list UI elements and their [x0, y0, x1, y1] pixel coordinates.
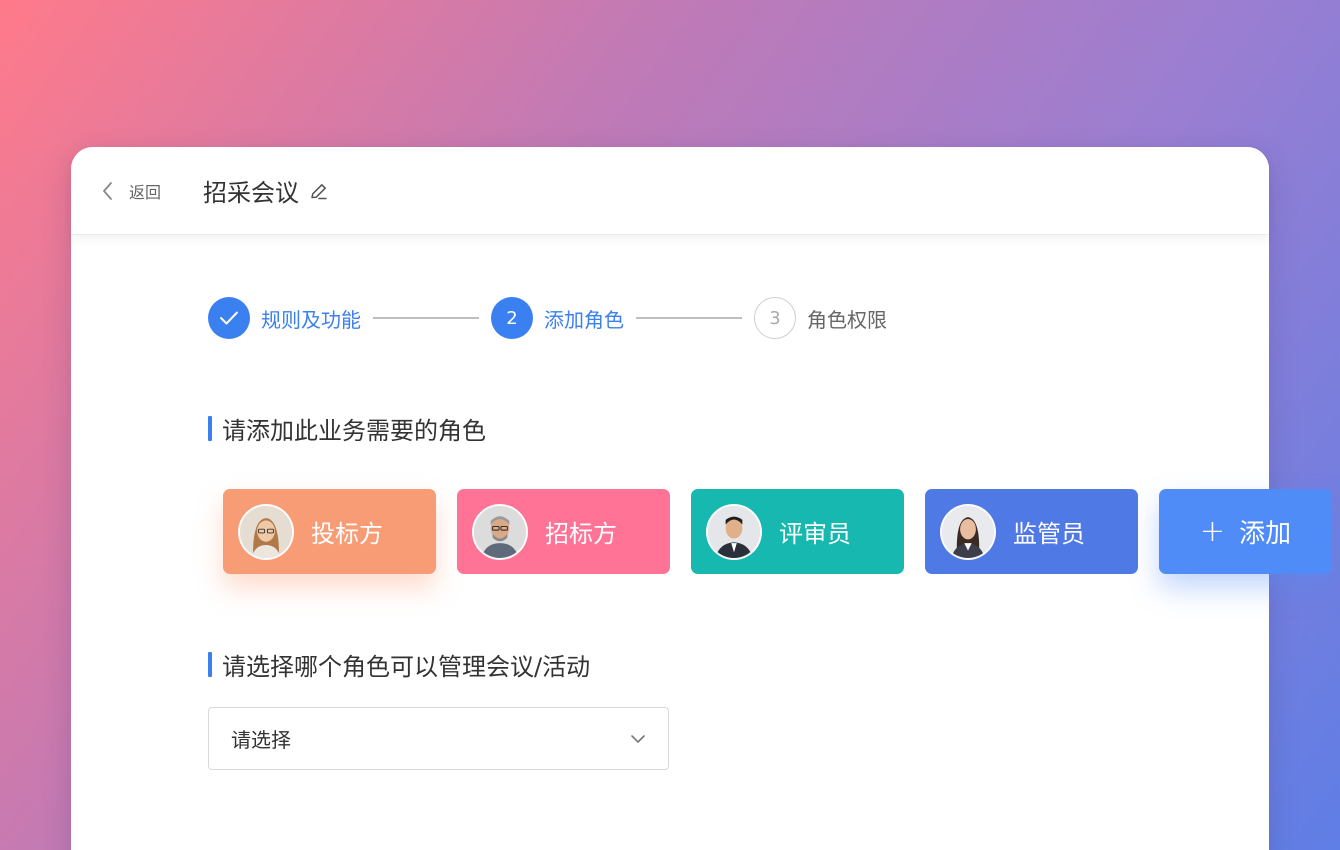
page-title: 招采会议: [203, 179, 300, 207]
add-role-label: 添加: [1239, 519, 1292, 549]
avatar: [706, 503, 762, 560]
main-card: 返回 招采会议 规则及功能 2 添加角色 3 角色权限 请添加此业务需要的角色 …: [71, 147, 1332, 850]
role-card-bidder[interactable]: 投标方: [223, 489, 436, 574]
chevron-left-icon: [101, 181, 115, 201]
step-number: 3: [754, 297, 796, 339]
step-connector: [373, 317, 479, 319]
step-rules[interactable]: 规则及功能: [208, 297, 361, 339]
role-name: 评审员: [779, 520, 851, 548]
stepper: 规则及功能 2 添加角色 3 角色权限: [208, 297, 887, 339]
back-label: 返回: [129, 182, 162, 202]
avatar: [940, 503, 996, 560]
step-add-roles[interactable]: 2 添加角色: [491, 297, 624, 339]
role-card-tenderer[interactable]: 招标方: [457, 489, 670, 574]
header-bar: 返回 招采会议: [71, 147, 1269, 235]
role-list: 投标方 招标方 评审员 监管员 + 添加: [223, 489, 1332, 574]
select-placeholder: 请选择: [231, 728, 291, 752]
add-role-button[interactable]: + 添加: [1159, 489, 1332, 574]
section-title-add-roles: 请添加此业务需要的角色: [208, 411, 486, 446]
role-card-supervisor[interactable]: 监管员: [925, 489, 1138, 574]
step-label-role-permissions: 角色权限: [807, 307, 887, 332]
chevron-down-icon: [630, 734, 646, 744]
edit-pencil-icon[interactable]: [309, 181, 329, 201]
section-accent-bar: [208, 652, 212, 677]
manager-role-select[interactable]: 请选择: [208, 707, 669, 770]
avatar: [238, 503, 294, 560]
section-title-text: 请选择哪个角色可以管理会议/活动: [222, 653, 591, 681]
step-label-rules: 规则及功能: [261, 307, 361, 332]
step-label-add-roles: 添加角色: [544, 307, 624, 332]
step-check-icon: [208, 297, 250, 339]
section-accent-bar: [208, 416, 212, 441]
role-name: 投标方: [311, 520, 383, 548]
section-title-manager: 请选择哪个角色可以管理会议/活动: [208, 647, 590, 682]
role-name: 监管员: [1013, 520, 1085, 548]
step-number: 2: [491, 297, 533, 339]
step-connector: [636, 317, 742, 319]
role-card-reviewer[interactable]: 评审员: [691, 489, 904, 574]
avatar: [472, 503, 528, 560]
plus-icon: +: [1199, 513, 1226, 549]
back-button[interactable]: 返回: [101, 179, 161, 203]
role-name: 招标方: [545, 520, 617, 548]
section-title-text: 请添加此业务需要的角色: [222, 417, 486, 445]
step-role-permissions[interactable]: 3 角色权限: [754, 297, 887, 339]
